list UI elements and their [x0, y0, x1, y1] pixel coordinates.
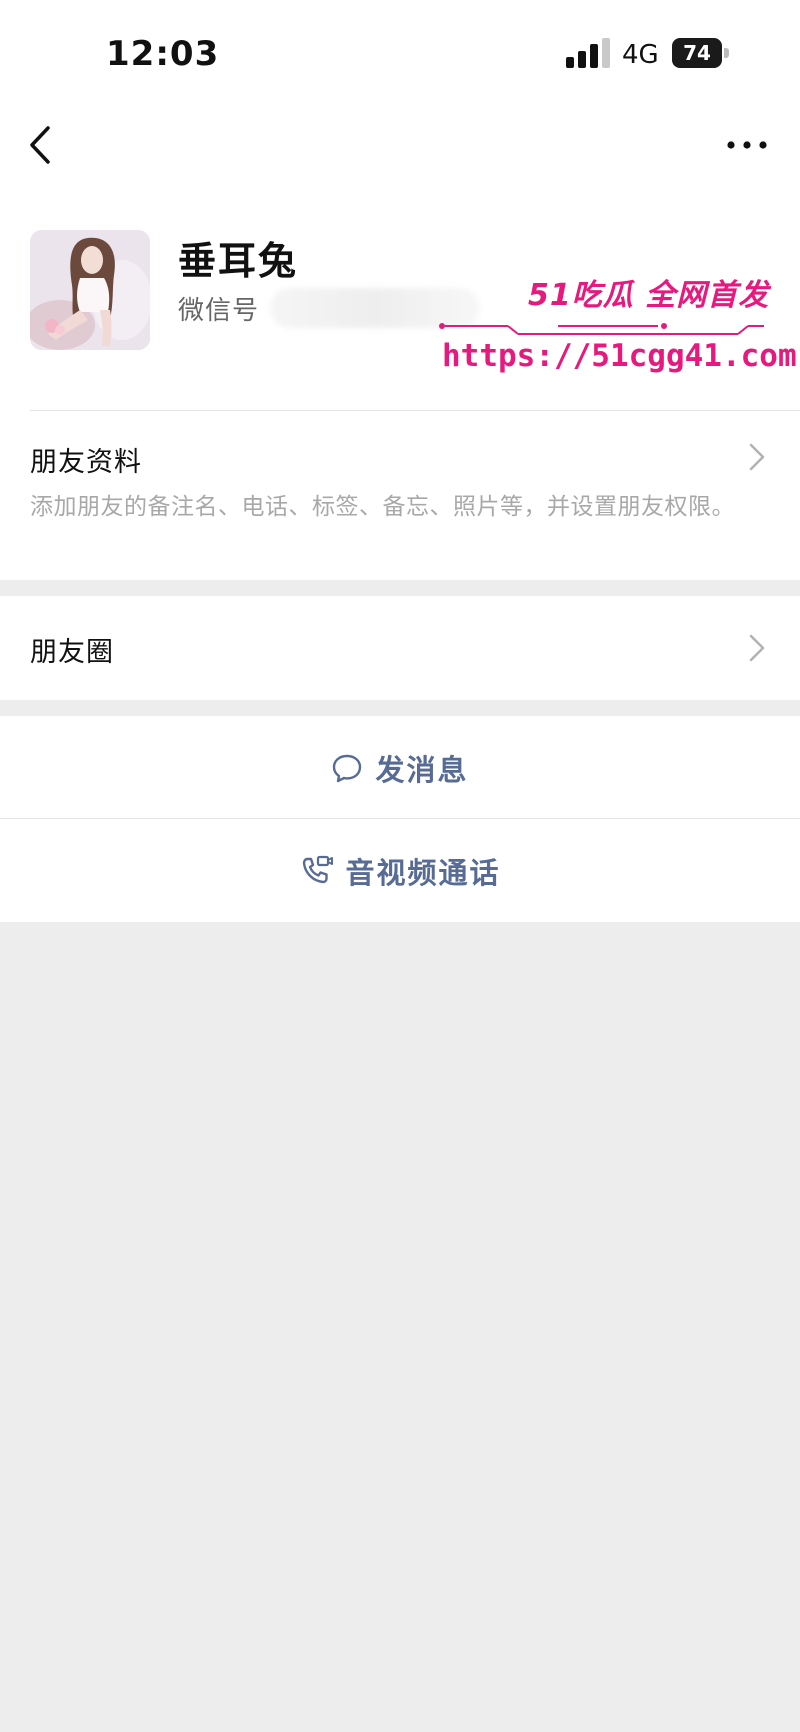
- moments-title: 朋友圈: [30, 637, 114, 668]
- avatar-image: [30, 230, 150, 350]
- more-dots-icon[interactable]: [724, 130, 770, 160]
- watermark-logo: 51吃瓜 全网首发: [528, 278, 770, 313]
- contact-profile-page: 12:03 4G 74 垂耳兔 微信号 51吃瓜 全网首发 https://51…: [0, 0, 800, 1732]
- nav-bar: [0, 100, 800, 200]
- friend-info-row[interactable]: 朋友资料 添加朋友的备注名、电话、标签、备忘、照片等，并设置朋友权限。: [0, 410, 800, 580]
- video-call-button[interactable]: 音视频通话: [0, 819, 800, 922]
- status-bar: 12:03 4G 74: [0, 0, 800, 100]
- send-message-label: 发消息: [375, 752, 469, 787]
- actions-panel: 发消息 音视频通话: [0, 716, 800, 922]
- friend-info-title: 朋友资料: [30, 447, 142, 478]
- status-time: 12:03: [106, 34, 220, 74]
- signal-icon: [566, 38, 610, 68]
- phone-video-icon: [303, 855, 334, 883]
- chevron-right-icon: [749, 634, 765, 662]
- contact-nickname: 垂耳兔: [178, 239, 299, 283]
- network-type: 4G: [622, 40, 659, 70]
- video-call-label: 音视频通话: [345, 855, 501, 890]
- divider: [30, 410, 800, 411]
- friend-info-description: 添加朋友的备注名、电话、标签、备忘、照片等，并设置朋友权限。: [30, 494, 735, 520]
- moments-row[interactable]: 朋友圈: [0, 596, 800, 700]
- chevron-right-icon: [749, 443, 765, 471]
- battery-tip: [724, 48, 729, 58]
- chevron-left-icon[interactable]: [22, 120, 62, 170]
- battery-level: 74: [672, 38, 722, 68]
- chat-bubble-icon: [333, 754, 362, 782]
- watermark-url: https://51cgg41.com: [442, 338, 797, 374]
- watermark-circuit-line: [439, 323, 764, 335]
- send-message-button[interactable]: 发消息: [0, 716, 800, 819]
- wechat-id-label: 微信号: [178, 296, 260, 326]
- avatar[interactable]: [30, 230, 150, 350]
- battery-icon: 74: [672, 38, 730, 68]
